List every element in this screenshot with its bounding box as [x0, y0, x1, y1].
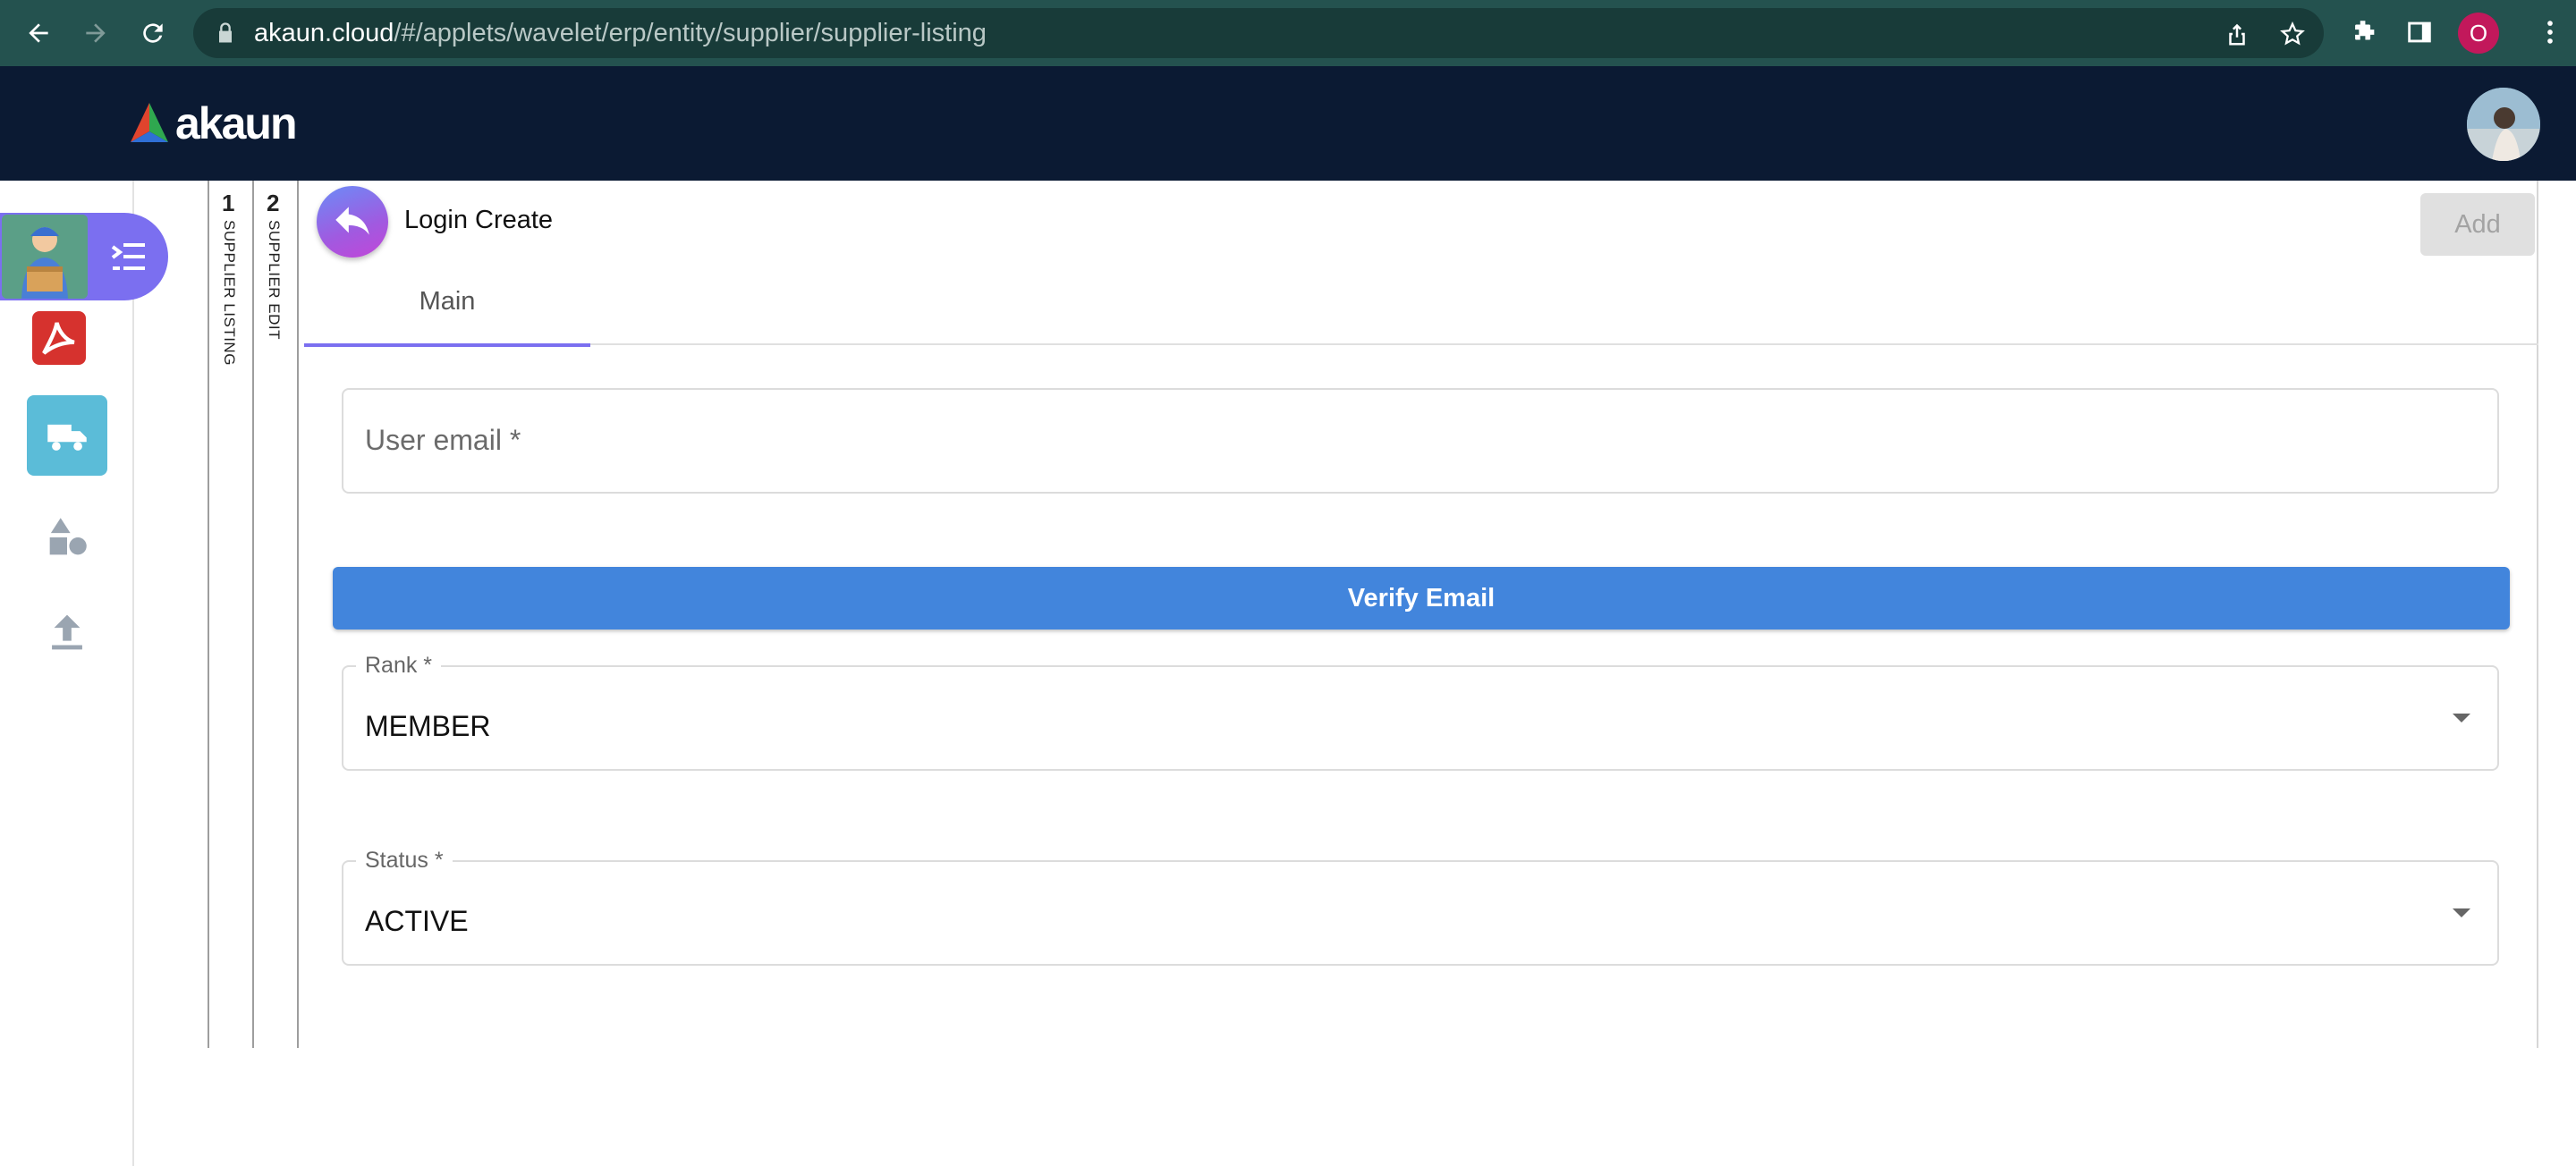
forward-arrow-icon[interactable] [75, 13, 116, 54]
active-tab-indicator [304, 343, 590, 347]
rank-value: MEMBER [365, 710, 491, 742]
star-icon[interactable] [2279, 21, 2306, 47]
user-email-placeholder: User email * [365, 424, 521, 456]
menu-toggle-icon[interactable] [107, 236, 150, 277]
akaun-logo-icon [131, 103, 168, 142]
verify-email-button[interactable]: Verify Email [333, 567, 2510, 629]
tab-main[interactable]: Main [304, 266, 590, 347]
more-vert-icon[interactable] [2535, 17, 2565, 47]
reload-icon[interactable] [132, 13, 174, 54]
back-button[interactable] [317, 186, 388, 258]
user-email-field[interactable]: User email * [342, 388, 2499, 494]
acrobat-icon[interactable] [32, 311, 86, 365]
brand-logo[interactable]: akaun [125, 98, 298, 148]
url-text: akaun.cloud/#/applets/wavelet/erp/entity… [254, 19, 987, 47]
add-button[interactable]: Add [2420, 193, 2535, 256]
delivery-person-icon[interactable] [2, 215, 88, 299]
dropdown-arrow-icon [2453, 908, 2470, 917]
app-header: akaun [0, 66, 2576, 181]
brand-name: akaun [175, 98, 298, 148]
status-select[interactable]: Status * ACTIVE [342, 848, 2499, 966]
browser-profile-avatar[interactable]: O [2458, 13, 2499, 54]
applet-sidebar [0, 181, 168, 1166]
step-tab-supplier-listing[interactable]: 1 SUPPLIER LISTING [208, 181, 252, 1048]
panel-title: Login Create [404, 206, 554, 234]
extensions-icon[interactable] [2349, 17, 2379, 47]
rank-label: Rank * [356, 653, 442, 679]
rank-select[interactable]: Rank * MEMBER [342, 653, 2499, 771]
dropdown-arrow-icon [2453, 714, 2470, 722]
browser-toolbar: akaun.cloud/#/applets/wavelet/erp/entity… [0, 0, 2576, 66]
shapes-icon[interactable] [27, 497, 107, 578]
step-tab-supplier-edit[interactable]: 2 SUPPLIER EDIT [252, 181, 297, 1048]
share-icon[interactable] [2224, 21, 2250, 47]
truck-icon[interactable] [27, 395, 107, 476]
upload-icon[interactable] [27, 592, 107, 672]
address-bar[interactable]: akaun.cloud/#/applets/wavelet/erp/entity… [193, 8, 2324, 58]
back-arrow-icon[interactable] [18, 13, 59, 54]
tab-bar: Main [304, 266, 2538, 347]
lock-icon [219, 22, 232, 43]
user-avatar[interactable] [2467, 88, 2540, 161]
reply-arrow-icon [335, 207, 369, 235]
status-label: Status * [356, 848, 453, 874]
status-value: ACTIVE [365, 905, 469, 937]
login-create-panel: Login Create Add Main User email * Verif… [297, 181, 2538, 1048]
side-panel-icon[interactable] [2404, 17, 2435, 47]
